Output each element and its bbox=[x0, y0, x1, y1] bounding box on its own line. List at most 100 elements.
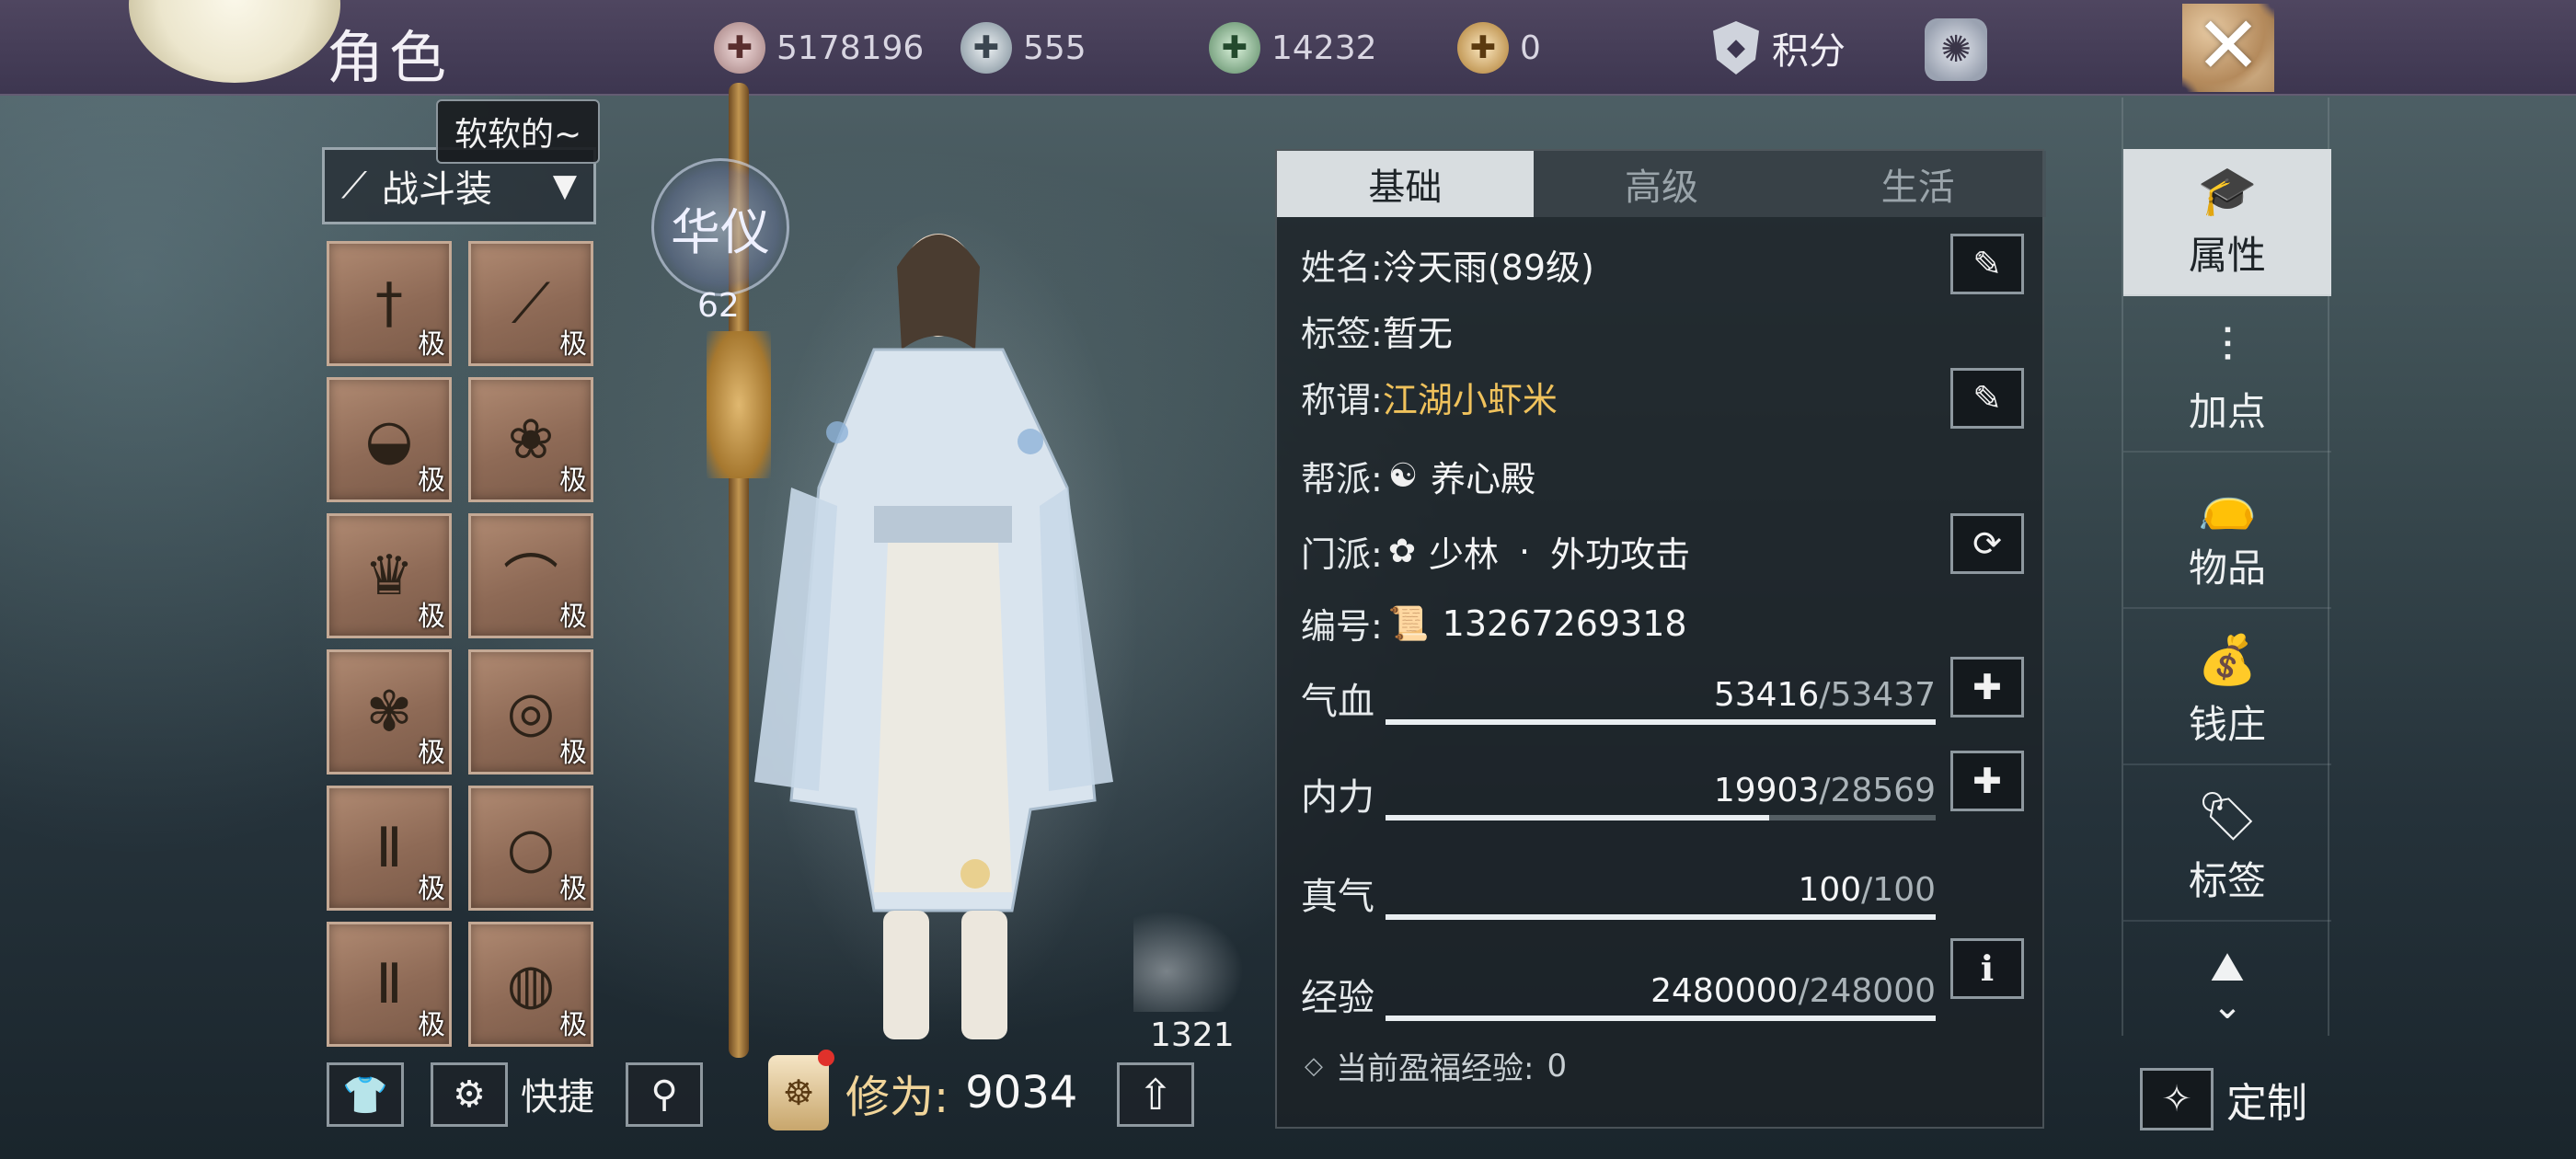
stat-qi-bar bbox=[1386, 914, 1936, 920]
edit-name-button[interactable]: ✎ bbox=[1950, 234, 2024, 294]
magnifier-icon: ⚲ bbox=[650, 1073, 678, 1116]
guild-value[interactable]: 养心殿 bbox=[1431, 451, 1535, 501]
inspect-button[interactable]: ⚲ bbox=[626, 1062, 703, 1127]
tag-row: 标签: 暂无 bbox=[1301, 305, 1453, 356]
equip-slot-hat[interactable]: ◒ 极 bbox=[327, 377, 452, 502]
tab-life[interactable]: 生活 bbox=[1789, 151, 2047, 217]
sect-label: 门派: bbox=[1301, 534, 1383, 575]
chevron-down-icon[interactable]: ⌄ bbox=[2212, 985, 2243, 1027]
stat-mp-bar bbox=[1386, 815, 1936, 820]
jade-plus-icon[interactable]: ✚ bbox=[1209, 22, 1260, 74]
gold-ingot-plus-icon[interactable]: ✚ bbox=[1457, 22, 1509, 74]
title-emblem[interactable]: 华仪 bbox=[651, 158, 789, 296]
exp-info-button[interactable]: ℹ bbox=[1950, 938, 2024, 999]
equip-slot-armor[interactable]: ♛ 极 bbox=[327, 513, 452, 638]
sword-icon: ⟋ bbox=[341, 165, 367, 207]
close-icon[interactable]: ✕ bbox=[2182, 0, 2274, 92]
swirl-menu-button[interactable]: ✺ bbox=[1925, 18, 1987, 81]
page-title: 角色 bbox=[327, 24, 453, 91]
silver-ingot-plus-icon[interactable]: ✚ bbox=[960, 22, 1012, 74]
id-value[interactable]: 13267269318 bbox=[1443, 603, 1687, 644]
brush-icon: ✎ bbox=[1972, 378, 2002, 419]
swirl-icon: ✺ bbox=[1940, 29, 1972, 71]
equip-slot-boots[interactable]: Ⅱ极 bbox=[327, 922, 452, 1047]
weapon-icon: † bbox=[375, 271, 403, 336]
fan-decoration bbox=[1133, 911, 1244, 1012]
tag-label: 标签: bbox=[1301, 314, 1383, 354]
sidebar-item-items[interactable]: 👝 物品 bbox=[2123, 462, 2331, 609]
sliders-icon: ⫶ bbox=[2221, 319, 2234, 374]
quick-label[interactable]: 快捷 bbox=[521, 1067, 594, 1120]
cultivation-display[interactable]: ☸ 修为: 9034 bbox=[768, 1049, 1077, 1137]
character-hair bbox=[897, 235, 980, 350]
boots-icon: Ⅱ bbox=[375, 952, 403, 1016]
top-bar: 角色 ✚ 5178196 ✚ 555 ✚ 14232 ✚ 0 ◆ 积分 ✺ ✕ bbox=[0, 0, 2576, 96]
plus-icon: ✚ bbox=[1972, 761, 2002, 801]
stat-hp-fill bbox=[1386, 719, 1936, 725]
restore-hp-button[interactable]: ✚ bbox=[1950, 657, 2024, 717]
upgrade-button[interactable]: ⇧ bbox=[1117, 1062, 1194, 1127]
emblem-level: 62 bbox=[697, 287, 740, 325]
tag-icon: 🏷 bbox=[2196, 789, 2258, 844]
equip-slot-pants[interactable]: Ⅱ极 bbox=[327, 786, 452, 911]
tab-advanced[interactable]: 高级 bbox=[1533, 151, 1790, 217]
stat-qi-label: 真气 bbox=[1301, 876, 1374, 918]
sect-role: 外功攻击 bbox=[1550, 534, 1691, 575]
points-button[interactable]: ◆ 积分 bbox=[1713, 18, 1846, 77]
diamond-icon: ◇ bbox=[1305, 1051, 1323, 1080]
character-right-sleeve bbox=[1040, 488, 1113, 791]
scroll-icon: 📜 bbox=[1387, 604, 1430, 643]
quick-settings-button[interactable]: ⚙ bbox=[431, 1062, 508, 1127]
edit-title-button[interactable]: ✎ bbox=[1950, 368, 2024, 429]
close-button[interactable]: ✕ bbox=[2144, 0, 2309, 96]
grade-badge: 极 bbox=[559, 601, 587, 633]
sidebar-item-bank[interactable]: 💰 钱庄 bbox=[2123, 618, 2331, 765]
stat-qi: 真气 100/100 bbox=[1301, 857, 1936, 922]
dagger-icon: ⟋ bbox=[512, 271, 550, 336]
tab-basic[interactable]: 基础 bbox=[1277, 151, 1534, 217]
bonus-exp-row: ◇ 当前盈福经验: 0 bbox=[1305, 1043, 1567, 1088]
customize-button[interactable]: ✧ 定制 bbox=[2140, 1067, 2307, 1131]
stat-exp-fill bbox=[1386, 1016, 1936, 1021]
sidebar-item-attributes[interactable]: 🎓 属性 bbox=[2123, 149, 2331, 296]
cultivation-label: 修为: bbox=[845, 1072, 949, 1123]
switch-sect-button[interactable]: ⟳ bbox=[1950, 513, 2024, 574]
more-item-icon: ⛰ bbox=[2210, 944, 2245, 991]
stat-qi-fill bbox=[1386, 914, 1936, 920]
equip-slot-ring[interactable]: ○ 极 bbox=[468, 786, 593, 911]
equip-slot-weapon-hidden[interactable]: ⟋ 极 bbox=[468, 241, 593, 366]
gear-icon: ⚙ bbox=[453, 1073, 486, 1116]
wardrobe-button[interactable]: 👕 bbox=[327, 1062, 404, 1127]
equip-slot-jade-pendant[interactable]: ❀ 极 bbox=[468, 377, 593, 502]
currency-jade[interactable]: ✚ 14232 bbox=[1209, 22, 1377, 74]
cultivation-badge-icon[interactable]: ☸ bbox=[768, 1050, 834, 1130]
sidebar-item-tags[interactable]: 🏷 标签 bbox=[2123, 775, 2331, 922]
equip-slot-bracer[interactable]: ⌒ 极 bbox=[468, 513, 593, 638]
equip-slot-bracelet[interactable]: ◎ 极 bbox=[468, 649, 593, 775]
currency-jade-value: 14232 bbox=[1271, 29, 1377, 67]
sidebar-item-add-points[interactable]: ⫶ 加点 bbox=[2123, 305, 2331, 453]
customize-label: 定制 bbox=[2226, 1080, 2307, 1127]
character-model[interactable] bbox=[699, 212, 1196, 1058]
stat-mp-max: /28569 bbox=[1819, 772, 1936, 809]
copper-coin-plus-icon[interactable]: ✚ bbox=[714, 22, 765, 74]
currency-copper[interactable]: ✚ 5178196 bbox=[714, 22, 924, 74]
chevron-down-icon[interactable]: ▼ bbox=[553, 167, 577, 204]
magic-wand-icon: ✧ bbox=[2140, 1068, 2214, 1130]
sidebar-scroll-more[interactable]: ⛰ ⌄ bbox=[2123, 944, 2331, 1036]
info-panel: 基础 高级 生活 姓名: 泠天雨(89级) ✎ 标签: 暂无 称谓: 江湖小虾米… bbox=[1275, 149, 2047, 1129]
grade-badge: 极 bbox=[418, 328, 445, 361]
stat-exp-value: 2480000/248000 bbox=[1650, 972, 1936, 1010]
guild-icon: ☯ bbox=[1387, 457, 1419, 495]
stat-hp-bar bbox=[1386, 719, 1936, 725]
equip-slot-amulet[interactable]: ◍ 极 bbox=[468, 922, 593, 1047]
sidebar-item-label: 标签 bbox=[2188, 858, 2266, 903]
equip-slot-belt[interactable]: ✾ 极 bbox=[327, 649, 452, 775]
equip-slot-weapon-main[interactable]: † 极 bbox=[327, 241, 452, 366]
restore-mp-button[interactable]: ✚ bbox=[1950, 751, 2024, 811]
currency-silver[interactable]: ✚ 555 bbox=[960, 22, 1087, 74]
sect-row: 门派: ✿ 少林 · 外功攻击 bbox=[1301, 526, 1690, 577]
currency-gold[interactable]: ✚ 0 bbox=[1457, 22, 1541, 74]
prayer-beads-icon: ✾ bbox=[365, 680, 413, 744]
money-bag-icon: 💰 bbox=[2197, 633, 2258, 688]
